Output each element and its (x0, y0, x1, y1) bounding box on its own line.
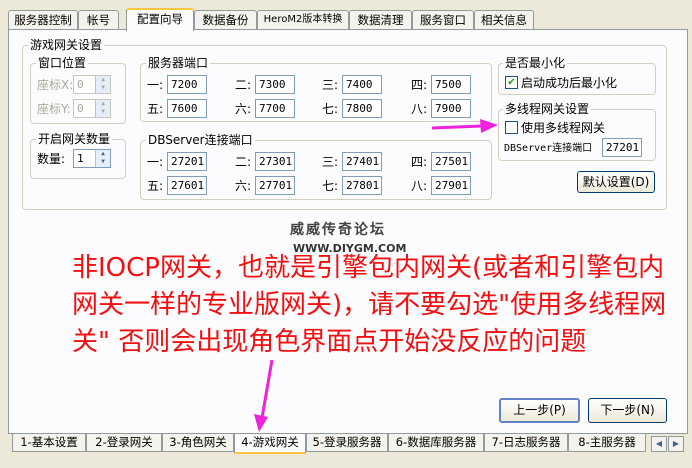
right-arrow-icon[interactable]: ▶ (668, 436, 684, 452)
bottom-tab-main-server[interactable]: 8-主服务器 (568, 434, 646, 452)
bottom-tab-database-server[interactable]: 6-数据库服务器 (388, 434, 484, 452)
tab-config-wizard[interactable]: 配置向导 (126, 8, 194, 31)
bottom-tab-role-gateway[interactable]: 3-角色网关 (162, 434, 234, 452)
left-arrow-icon[interactable]: ◀ (651, 436, 667, 452)
next-step-button[interactable]: 下一步(N) (588, 398, 667, 423)
bottom-tab-game-gateway[interactable]: 4-游戏网关 (234, 434, 306, 454)
arrow-to-game-gateway-tab (254, 359, 274, 432)
bottom-tab-basic-settings[interactable]: 1-基本设置 (12, 434, 86, 452)
prev-step-button[interactable]: 上一步(P) (499, 398, 580, 423)
bottom-tab-log-server[interactable]: 7-日志服务器 (484, 434, 568, 452)
bottom-tab-login-server[interactable]: 5-登录服务器 (306, 434, 388, 452)
arrow-to-multithread-checkbox (431, 119, 498, 133)
bottom-tab-login-gateway[interactable]: 2-登录网关 (86, 434, 162, 452)
bottom-tab-strip: 1-基本设置 2-登录网关 3-角色网关 4-游戏网关 5-登录服务器 6-数据… (12, 434, 652, 454)
